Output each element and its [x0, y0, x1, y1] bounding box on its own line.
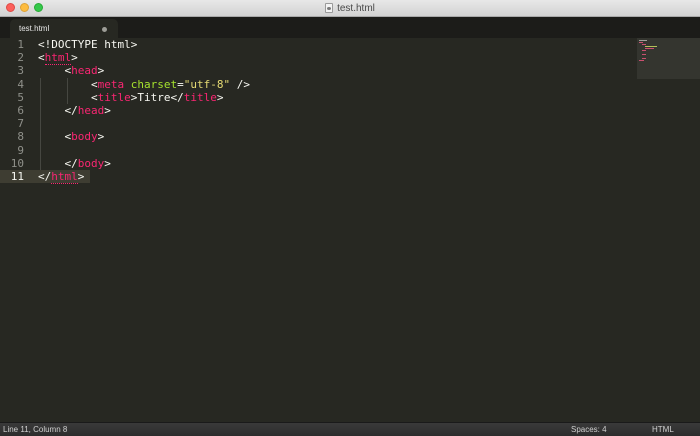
line-number[interactable]: 5	[0, 91, 30, 104]
code-text: <	[38, 130, 72, 144]
code-line[interactable]: <title>Titre</title>	[38, 91, 250, 104]
tag-name: meta	[97, 77, 125, 91]
line-number[interactable]: 8	[0, 130, 30, 143]
code-text: </	[38, 169, 52, 183]
tag-name: head	[77, 103, 105, 117]
tag-name: title	[97, 90, 131, 104]
code-text: <	[38, 90, 98, 104]
code-text: <	[38, 51, 45, 65]
code-line[interactable]: <body>	[38, 130, 250, 143]
code-area[interactable]: <!DOCTYPE html> <html> <head> <meta chars…	[38, 38, 250, 184]
code-line[interactable]: <!DOCTYPE html>	[38, 38, 250, 51]
code-line[interactable]: </head>	[38, 104, 250, 117]
line-number[interactable]: 1	[0, 38, 30, 51]
code-text: >	[71, 51, 78, 65]
string-literal: "utf-8"	[183, 77, 231, 91]
code-text: =	[177, 77, 184, 91]
code-line[interactable]: <head>	[38, 64, 250, 77]
code-text: <	[38, 77, 98, 91]
status-bar: Line 11, Column 8 Spaces: 4 HTML	[0, 422, 700, 436]
unsaved-indicator-icon[interactable]	[102, 27, 107, 32]
line-number[interactable]: 2	[0, 51, 30, 64]
line-number[interactable]: 7	[0, 117, 30, 130]
line-number[interactable]: 9	[0, 144, 30, 157]
minimap-line	[642, 58, 646, 59]
code-text: >	[97, 130, 105, 144]
minimap-line	[645, 46, 657, 47]
tab-bar: test.html	[0, 17, 700, 38]
minimap-line	[645, 48, 654, 49]
window-title: test.html	[337, 2, 375, 14]
code-editor[interactable]: 1 2 3 4 5 6 7 8 9 10 11 <!DOCTYPE html> <html> <hea…	[0, 38, 700, 422]
code-text: </	[38, 156, 78, 170]
code-text: >Titre</	[130, 90, 184, 104]
code-text: >	[77, 169, 85, 183]
minimap[interactable]	[637, 38, 700, 79]
code-text: >	[104, 103, 111, 117]
indentation-selector[interactable]: Spaces: 4	[571, 424, 607, 436]
attribute-name: charset	[130, 77, 178, 91]
document-icon	[325, 3, 334, 13]
minimap-line	[639, 42, 643, 43]
code-text: />	[230, 77, 250, 91]
code-line[interactable]: <html>	[38, 51, 250, 66]
tag-name: head	[71, 64, 98, 78]
code-text: </	[38, 103, 78, 117]
line-number[interactable]: 3	[0, 64, 30, 77]
line-number-gutter: 1 2 3 4 5 6 7 8 9 10 11	[0, 38, 30, 184]
code-text: <!DOCTYPE html>	[38, 38, 138, 51]
line-number[interactable]: 6	[0, 104, 30, 117]
minimap-line	[639, 40, 647, 41]
line-number[interactable]: 10	[0, 157, 30, 170]
minimap-line	[642, 50, 646, 51]
title-bar[interactable]: test.html	[0, 0, 700, 17]
tag-name: html	[51, 169, 78, 184]
minimap-line	[639, 60, 644, 61]
line-number[interactable]: 4	[0, 78, 30, 91]
editor-window: test.html test.html 1 2 3 4 5 6 7 8 9 10 11 <!DOCT…	[0, 0, 700, 436]
tag-name: body	[77, 156, 105, 170]
window-title-group: test.html	[0, 0, 700, 16]
tab-test-html[interactable]: test.html	[10, 19, 118, 38]
syntax-selector[interactable]: HTML	[652, 424, 674, 436]
minimap-line	[642, 54, 646, 55]
tab-label: test.html	[19, 24, 50, 33]
minimap-line	[642, 44, 646, 45]
tag-name: body	[71, 130, 98, 144]
tag-name: html	[44, 51, 72, 66]
line-number[interactable]: 11	[0, 169, 30, 184]
tag-name: title	[183, 90, 217, 104]
code-line[interactable]	[38, 144, 250, 157]
code-line[interactable]: <meta charset="utf-8" />	[38, 78, 250, 91]
code-text: >	[104, 156, 111, 170]
code-line[interactable]	[38, 117, 250, 130]
cursor-position: Line 11, Column 8	[3, 425, 68, 434]
code-text: >	[97, 64, 105, 78]
code-text: <	[38, 64, 72, 78]
code-line[interactable]: </html>	[38, 169, 250, 184]
code-line[interactable]: </body>	[38, 157, 250, 170]
code-text: >	[216, 90, 224, 104]
